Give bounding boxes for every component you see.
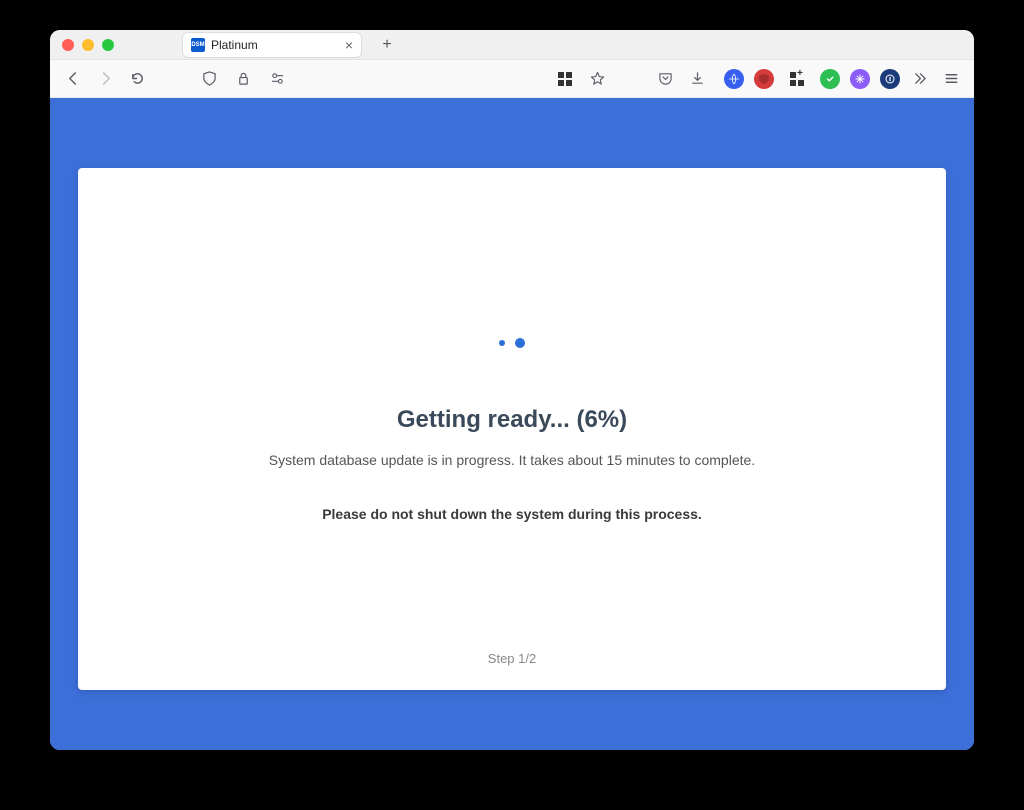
grid-icon [558, 72, 572, 86]
downloads-button[interactable] [684, 66, 710, 92]
new-tab-button[interactable]: + [376, 34, 398, 56]
progress-subtext: System database update is in progress. I… [269, 452, 755, 468]
extension-icon[interactable] [820, 69, 840, 89]
pocket-button[interactable] [652, 66, 678, 92]
progress-card: Getting ready... (6%) System database up… [78, 168, 946, 690]
ublock-icon [758, 73, 770, 85]
permissions-button[interactable] [264, 66, 290, 92]
lock-icon [236, 71, 251, 86]
arrow-right-icon [98, 71, 113, 86]
check-icon [824, 73, 836, 85]
sliders-icon [270, 71, 285, 86]
close-window-button[interactable] [62, 39, 74, 51]
tab-favicon: DSM [191, 38, 205, 52]
snowflake-icon [854, 73, 866, 85]
extension-icon[interactable] [724, 69, 744, 89]
browser-window: DSM Platinum × + [50, 30, 974, 750]
shield-button[interactable] [196, 66, 222, 92]
chevron-double-right-icon [912, 71, 927, 86]
pocket-icon [658, 71, 673, 86]
progress-warning: Please do not shut down the system durin… [322, 506, 702, 522]
titlebar: DSM Platinum × + [50, 30, 974, 60]
back-button[interactable] [60, 66, 86, 92]
reload-icon [130, 71, 145, 86]
hamburger-icon [944, 71, 959, 86]
url-bar-security [196, 66, 290, 92]
grid-plus-icon [790, 72, 804, 86]
onepassword-icon [884, 73, 896, 85]
menu-button[interactable] [938, 66, 964, 92]
spinner-dot [499, 340, 505, 346]
extension-apps-button[interactable] [784, 66, 810, 92]
overflow-button[interactable] [906, 66, 932, 92]
bookmark-button[interactable] [584, 66, 610, 92]
lock-button[interactable] [230, 66, 256, 92]
extension-icon[interactable] [850, 69, 870, 89]
loading-spinner [499, 338, 525, 348]
maximize-window-button[interactable] [102, 39, 114, 51]
forward-button[interactable] [92, 66, 118, 92]
close-tab-button[interactable]: × [345, 38, 353, 52]
page-content: Getting ready... (6%) System database up… [50, 98, 974, 750]
extension-icons [724, 66, 900, 92]
arrow-left-icon [66, 71, 81, 86]
star-icon [590, 71, 605, 86]
download-icon [690, 71, 705, 86]
spinner-dot [515, 338, 525, 348]
step-indicator: Step 1/2 [488, 651, 536, 666]
toolbar [50, 60, 974, 98]
minimize-window-button[interactable] [82, 39, 94, 51]
progress-heading: Getting ready... (6%) [397, 406, 627, 434]
extension-icon[interactable] [754, 69, 774, 89]
extension-icon[interactable] [880, 69, 900, 89]
tab-title: Platinum [211, 38, 339, 52]
traffic-lights [62, 39, 114, 51]
reload-button[interactable] [124, 66, 150, 92]
globe-icon [728, 73, 740, 85]
shield-icon [202, 71, 217, 86]
browser-tab[interactable]: DSM Platinum × [182, 32, 362, 58]
apps-grid-button[interactable] [552, 66, 578, 92]
